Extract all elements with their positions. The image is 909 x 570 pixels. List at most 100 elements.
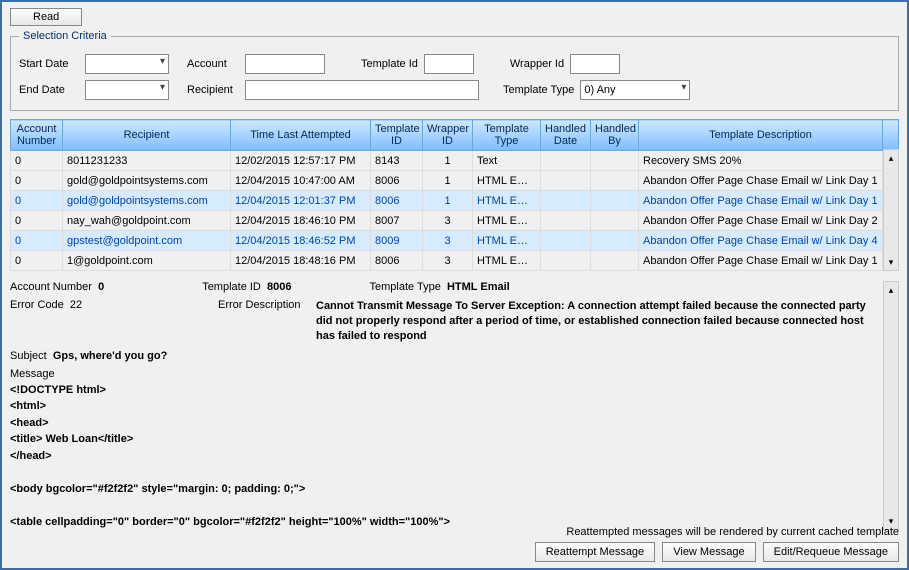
- col-wrapper-id[interactable]: Wrapper ID: [423, 120, 473, 151]
- col-account-number[interactable]: Account Number: [11, 120, 63, 151]
- scroll-up-icon[interactable]: ▴: [884, 282, 898, 298]
- col-scroll-gutter: [883, 120, 899, 151]
- template-type-label: Template Type: [503, 84, 574, 96]
- cell-account-number: 0: [11, 151, 63, 171]
- cell-wrapper-id: 3: [423, 251, 473, 271]
- recipient-label: Recipient: [187, 84, 239, 96]
- detail-error-code-label: Error Code: [10, 299, 64, 311]
- reattempt-button[interactable]: Reattempt Message: [535, 542, 655, 562]
- cell-account-number: 0: [11, 211, 63, 231]
- end-date-input[interactable]: [85, 80, 169, 100]
- table-row[interactable]: 01@goldpoint.com12/04/2015 18:48:16 PM80…: [11, 251, 899, 271]
- cell-recipient: gpstest@goldpoint.com: [63, 231, 231, 251]
- cell-template-description: Abandon Offer Page Chase Email w/ Link D…: [639, 191, 883, 211]
- cell-recipient: 1@goldpoint.com: [63, 251, 231, 271]
- cell-time-last-attempted: 12/04/2015 18:46:52 PM: [231, 231, 371, 251]
- table-row[interactable]: 0gold@goldpointsystems.com12/04/2015 12:…: [11, 191, 899, 211]
- footer-note: Reattempted messages will be rendered by…: [10, 526, 899, 538]
- start-date-input[interactable]: [85, 54, 169, 74]
- cell-handled-date: [541, 251, 591, 271]
- scroll-up-icon[interactable]: ▴: [884, 150, 898, 166]
- table-row[interactable]: 0gold@goldpointsystems.com12/04/2015 10:…: [11, 171, 899, 191]
- template-id-label: Template Id: [361, 58, 418, 70]
- cell-template-type: HTML Email: [473, 251, 541, 271]
- cell-handled-date: [541, 231, 591, 251]
- cell-time-last-attempted: 12/04/2015 12:01:37 PM: [231, 191, 371, 211]
- read-button[interactable]: Read: [10, 8, 82, 26]
- grid-scrollbar[interactable]: ▴ ▾: [883, 149, 899, 271]
- cell-template-description: Recovery SMS 20%: [639, 151, 883, 171]
- detail-account-number-value: 0: [98, 281, 104, 293]
- cell-wrapper-id: 3: [423, 231, 473, 251]
- cell-account-number: 0: [11, 171, 63, 191]
- wrapper-id-label: Wrapper Id: [510, 58, 564, 70]
- table-row[interactable]: 0801123123312/02/2015 12:57:17 PM81431Te…: [11, 151, 899, 171]
- cell-recipient: nay_wah@goldpoint.com: [63, 211, 231, 231]
- detail-template-id-value: 8006: [267, 281, 291, 293]
- col-template-id[interactable]: Template ID: [371, 120, 423, 151]
- edit-requeue-button[interactable]: Edit/Requeue Message: [763, 542, 899, 562]
- cell-recipient: 8011231233: [63, 151, 231, 171]
- cell-time-last-attempted: 12/02/2015 12:57:17 PM: [231, 151, 371, 171]
- criteria-legend: Selection Criteria: [19, 30, 111, 42]
- cell-handled-by: [591, 171, 639, 191]
- account-label: Account: [187, 58, 239, 70]
- template-id-input[interactable]: [424, 54, 474, 74]
- end-date-label: End Date: [19, 84, 79, 96]
- cell-template-id: 8006: [371, 191, 423, 211]
- table-row[interactable]: 0nay_wah@goldpoint.com12/04/2015 18:46:1…: [11, 211, 899, 231]
- cell-wrapper-id: 1: [423, 191, 473, 211]
- detail-scrollbar[interactable]: ▴ ▾: [883, 281, 899, 530]
- col-time-last-attempted[interactable]: Time Last Attempted: [231, 120, 371, 151]
- detail-message-body: <!DOCTYPE html> <html> <head> <title> We…: [10, 382, 881, 531]
- detail-subject-label: Subject: [10, 350, 47, 362]
- cell-time-last-attempted: 12/04/2015 18:46:10 PM: [231, 211, 371, 231]
- cell-template-description: Abandon Offer Page Chase Email w/ Link D…: [639, 171, 883, 191]
- cell-recipient: gold@goldpointsystems.com: [63, 171, 231, 191]
- scroll-down-icon[interactable]: ▾: [884, 254, 898, 270]
- col-template-type[interactable]: Template Type: [473, 120, 541, 151]
- cell-handled-by: [591, 191, 639, 211]
- cell-handled-by: [591, 211, 639, 231]
- detail-subject-value: Gps, where'd you go?: [53, 350, 167, 362]
- cell-account-number: 0: [11, 251, 63, 271]
- col-template-description[interactable]: Template Description: [639, 120, 883, 151]
- cell-handled-by: [591, 251, 639, 271]
- cell-template-type: HTML Email: [473, 211, 541, 231]
- cell-template-type: HTML Email: [473, 231, 541, 251]
- detail-error-code-value: 22: [70, 299, 82, 311]
- cell-account-number: 0: [11, 231, 63, 251]
- cell-account-number: 0: [11, 191, 63, 211]
- cell-handled-date: [541, 211, 591, 231]
- cell-template-description: Abandon Offer Page Chase Email w/ Link D…: [639, 231, 883, 251]
- cell-handled-date: [541, 171, 591, 191]
- wrapper-id-input[interactable]: [570, 54, 620, 74]
- cell-template-type: Text: [473, 151, 541, 171]
- detail-panel: Account Number 0 Template ID 8006 Templa…: [10, 281, 899, 530]
- view-button[interactable]: View Message: [662, 542, 755, 562]
- cell-time-last-attempted: 12/04/2015 10:47:00 AM: [231, 171, 371, 191]
- account-input[interactable]: [245, 54, 325, 74]
- cell-template-description: Abandon Offer Page Chase Email w/ Link D…: [639, 211, 883, 231]
- cell-template-id: 8006: [371, 251, 423, 271]
- col-handled-date[interactable]: Handled Date: [541, 120, 591, 151]
- cell-template-description: Abandon Offer Page Chase Email w/ Link D…: [639, 251, 883, 271]
- detail-template-id-label: Template ID: [202, 281, 261, 293]
- col-recipient[interactable]: Recipient: [63, 120, 231, 151]
- cell-template-id: 8009: [371, 231, 423, 251]
- cell-template-id: 8143: [371, 151, 423, 171]
- recipient-input[interactable]: [245, 80, 479, 100]
- table-row[interactable]: 0gpstest@goldpoint.com12/04/2015 18:46:5…: [11, 231, 899, 251]
- cell-wrapper-id: 3: [423, 211, 473, 231]
- results-grid: Account Number Recipient Time Last Attem…: [10, 119, 899, 271]
- col-handled-by[interactable]: Handled By: [591, 120, 639, 151]
- detail-template-type-value: HTML Email: [447, 281, 510, 293]
- detail-message-label: Message: [10, 368, 881, 380]
- cell-wrapper-id: 1: [423, 171, 473, 191]
- selection-criteria-group: Selection Criteria Start Date Account Te…: [10, 30, 899, 111]
- detail-error-description-label: Error Description: [218, 299, 308, 311]
- template-type-select[interactable]: [580, 80, 690, 100]
- cell-time-last-attempted: 12/04/2015 18:48:16 PM: [231, 251, 371, 271]
- cell-handled-by: [591, 151, 639, 171]
- cell-handled-date: [541, 191, 591, 211]
